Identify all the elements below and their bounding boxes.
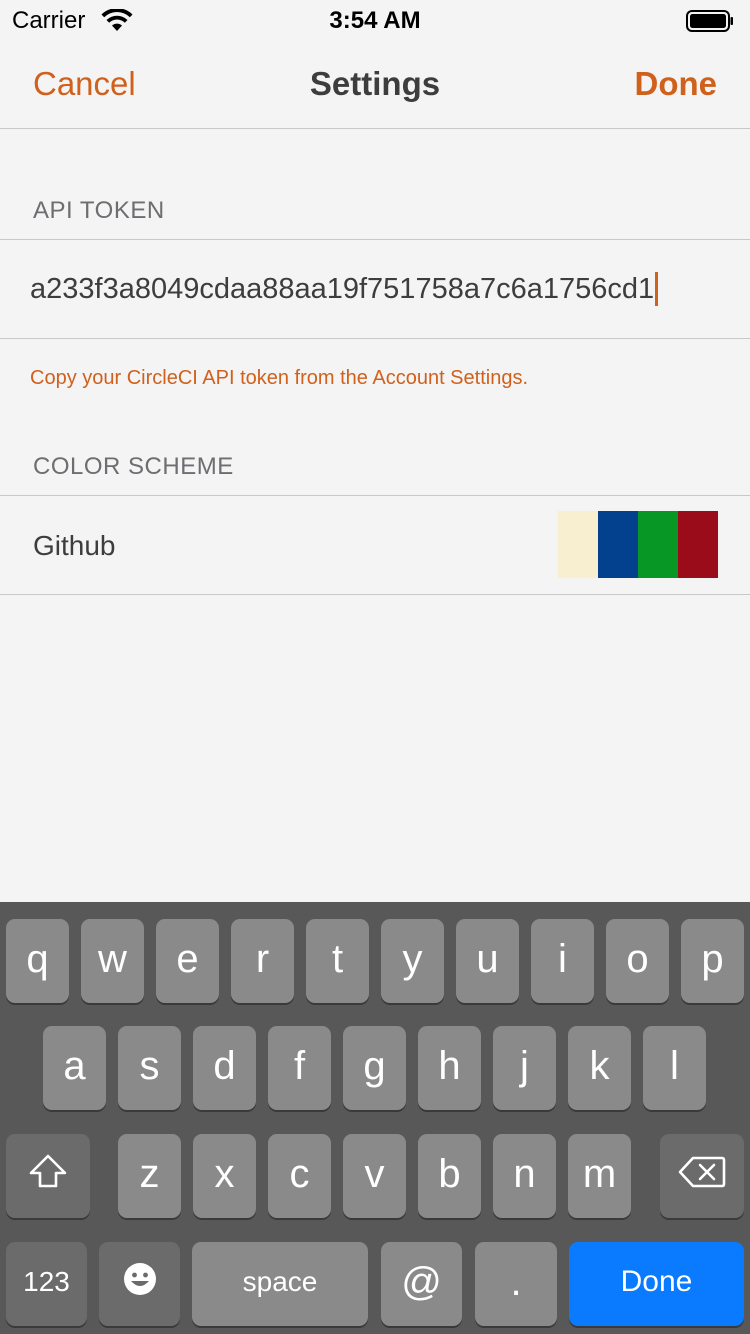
api-token-footer: Copy your CircleCI API token from the Ac… xyxy=(30,367,529,389)
key-p[interactable]: p xyxy=(681,919,744,1003)
key-g[interactable]: g xyxy=(343,1026,406,1110)
at-key[interactable]: @ xyxy=(381,1242,462,1326)
key-q[interactable]: q xyxy=(6,919,69,1003)
api-token-header: API TOKEN xyxy=(33,197,165,224)
text-cursor xyxy=(655,272,659,306)
key-u[interactable]: u xyxy=(456,919,519,1003)
key-w[interactable]: w xyxy=(81,919,144,1003)
key-i[interactable]: i xyxy=(531,919,594,1003)
keyboard-done-key[interactable]: Done xyxy=(569,1242,744,1326)
key-v[interactable]: v xyxy=(343,1134,406,1218)
battery-icon xyxy=(686,10,734,32)
key-c[interactable]: c xyxy=(268,1134,331,1218)
key-y[interactable]: y xyxy=(381,919,444,1003)
status-bar: Carrier 3:54 AM xyxy=(0,0,750,40)
api-token-cell[interactable]: a233f3a8049cdaa88aa19f751758a7c6a1756cd1 xyxy=(0,239,750,339)
key-r[interactable]: r xyxy=(231,919,294,1003)
key-k[interactable]: k xyxy=(568,1026,631,1110)
key-b[interactable]: b xyxy=(418,1134,481,1218)
key-t[interactable]: t xyxy=(306,919,369,1003)
key-o[interactable]: o xyxy=(606,919,669,1003)
color-swatches xyxy=(558,511,718,578)
color-swatch xyxy=(598,511,638,578)
space-key[interactable]: space xyxy=(192,1242,368,1326)
key-l[interactable]: l xyxy=(643,1026,706,1110)
api-token-input[interactable]: a233f3a8049cdaa88aa19f751758a7c6a1756cd1 xyxy=(30,272,659,306)
key-j[interactable]: j xyxy=(493,1026,556,1110)
period-key[interactable]: . xyxy=(475,1242,557,1326)
color-scheme-cell[interactable]: Github xyxy=(0,495,750,595)
key-h[interactable]: h xyxy=(418,1026,481,1110)
key-d[interactable]: d xyxy=(193,1026,256,1110)
backspace-icon xyxy=(678,1136,726,1216)
backspace-key[interactable] xyxy=(660,1134,744,1218)
emoji-icon xyxy=(122,1244,158,1324)
keyboard: q w e r t y u i o p a s d f g h j k l z … xyxy=(0,902,750,1334)
key-s[interactable]: s xyxy=(118,1026,181,1110)
shift-key[interactable] xyxy=(6,1134,90,1218)
key-x[interactable]: x xyxy=(193,1134,256,1218)
color-swatch xyxy=(638,511,678,578)
numbers-key[interactable]: 123 xyxy=(6,1242,87,1326)
emoji-key[interactable] xyxy=(99,1242,180,1326)
color-scheme-name: Github xyxy=(33,530,116,561)
color-swatch xyxy=(558,511,598,578)
key-n[interactable]: n xyxy=(493,1134,556,1218)
color-swatch xyxy=(678,511,718,578)
done-button[interactable]: Done xyxy=(635,65,718,103)
key-f[interactable]: f xyxy=(268,1026,331,1110)
api-token-value: a233f3a8049cdaa88aa19f751758a7c6a1756cd1 xyxy=(30,272,655,305)
key-z[interactable]: z xyxy=(118,1134,181,1218)
navigation-bar: Cancel Settings Done xyxy=(0,40,750,129)
color-scheme-header: COLOR SCHEME xyxy=(33,453,234,480)
key-m[interactable]: m xyxy=(568,1134,631,1218)
clock: 3:54 AM xyxy=(329,7,421,34)
key-e[interactable]: e xyxy=(156,919,219,1003)
shift-icon xyxy=(28,1136,68,1216)
key-a[interactable]: a xyxy=(43,1026,106,1110)
